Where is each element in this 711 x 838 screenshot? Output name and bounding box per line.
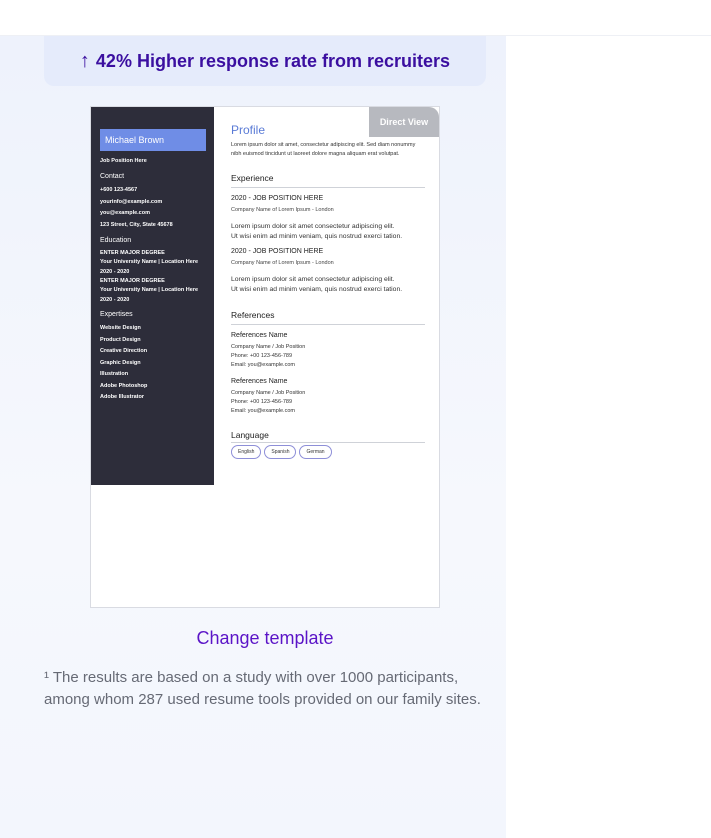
references-heading: References [231,310,425,325]
contact-address: 123 Street, City, State 45678 [100,221,173,228]
expertise-item: Graphic Design [100,359,141,366]
profile-text: Lorem ipsum dolor sit amet, consectetur … [231,142,416,157]
expertise-item: Creative Direction [100,348,148,354]
reference-email: Email: you@example.com [231,362,295,368]
contact-phone: +600 123-4567 [100,187,138,193]
resume-name: Michael Brown [100,129,206,151]
resume-preview[interactable]: Michael Brown Job Position Here Contact … [90,106,440,608]
experience-company: Company Name of Lorem Ipsum - London [231,207,334,213]
education-school: Your University Name | Location Here [100,287,199,293]
contact-email: yourinfo@example.com [100,198,163,205]
education-degree: ENTER MAJOR DEGREE [100,250,165,256]
experience-title: 2020 - JOB POSITION HERE [231,195,324,202]
reference-phone: Phone: +00 123-456-789 [231,353,293,359]
job-position: Job Position Here [100,158,147,164]
experience-heading: Experience [231,173,425,188]
expertise-item: Illustration [100,371,129,377]
top-bar [0,0,711,36]
contact-heading: Contact [100,173,125,180]
education-heading: Education [100,237,132,244]
experience-desc-line: Lorem ipsum dolor sit amet consectetur a… [231,223,395,230]
expertises-heading: Expertises [100,311,133,318]
language-heading: Language [231,430,425,443]
resume-main: Profile Lorem ipsum dolor sit amet, cons… [231,107,425,459]
study-footnote: ¹ The results are based on a study with … [44,669,481,708]
reference-company: Company Name / Job Position [231,344,306,350]
change-template-link[interactable]: Change template [0,628,530,649]
expertise-item: Website Design [100,325,141,331]
education-school: Your University Name | Location Here [100,259,199,265]
language-list: English Spanish German [231,445,425,459]
response-rate-banner: ↑ 42% Higher response rate from recruite… [44,36,486,86]
expertise-item: Product Design [100,336,141,343]
language-pill: German [299,445,332,459]
education-years: 2020 - 2020 [100,296,130,303]
experience-company: Company Name of Lorem Ipsum - London [231,260,334,266]
reference-email: Email: you@example.com [231,408,295,414]
experience-desc: Lorem ipsum dolor sit amet consectetur a… [231,275,425,295]
profile-heading: Profile [231,123,266,137]
reference-company: Company Name / Job Position [231,390,306,396]
contact-email-2: you@example.com [100,210,150,216]
arrow-up-icon: ↑ [79,49,90,72]
education-years: 2020 - 2020 [100,268,130,275]
reference-name: References Name [231,378,288,385]
experience-desc-line: Ut wisi enim ad minim veniam, quis nostr… [231,233,403,240]
experience-desc: Lorem ipsum dolor sit amet consectetur a… [231,222,425,242]
language-pill: Spanish [264,445,297,459]
resume-sidebar: Michael Brown Job Position Here Contact … [91,107,214,485]
expertise-item: Adobe Illustrator [100,394,145,400]
experience-title: 2020 - JOB POSITION HERE [231,248,324,255]
reference-phone: Phone: +00 123-456-789 [231,399,293,405]
banner-text: 42% Higher response rate from recruiters [95,50,451,71]
experience-desc-line: Lorem ipsum dolor sit amet consectetur a… [231,276,395,283]
education-degree: ENTER MAJOR DEGREE [100,278,165,284]
reference-name: References Name [231,332,288,339]
language-pill: English [231,445,262,459]
experience-desc-line: Ut wisi enim ad minim veniam, quis nostr… [231,286,403,293]
expertise-item: Adobe Photoshop [100,382,148,389]
